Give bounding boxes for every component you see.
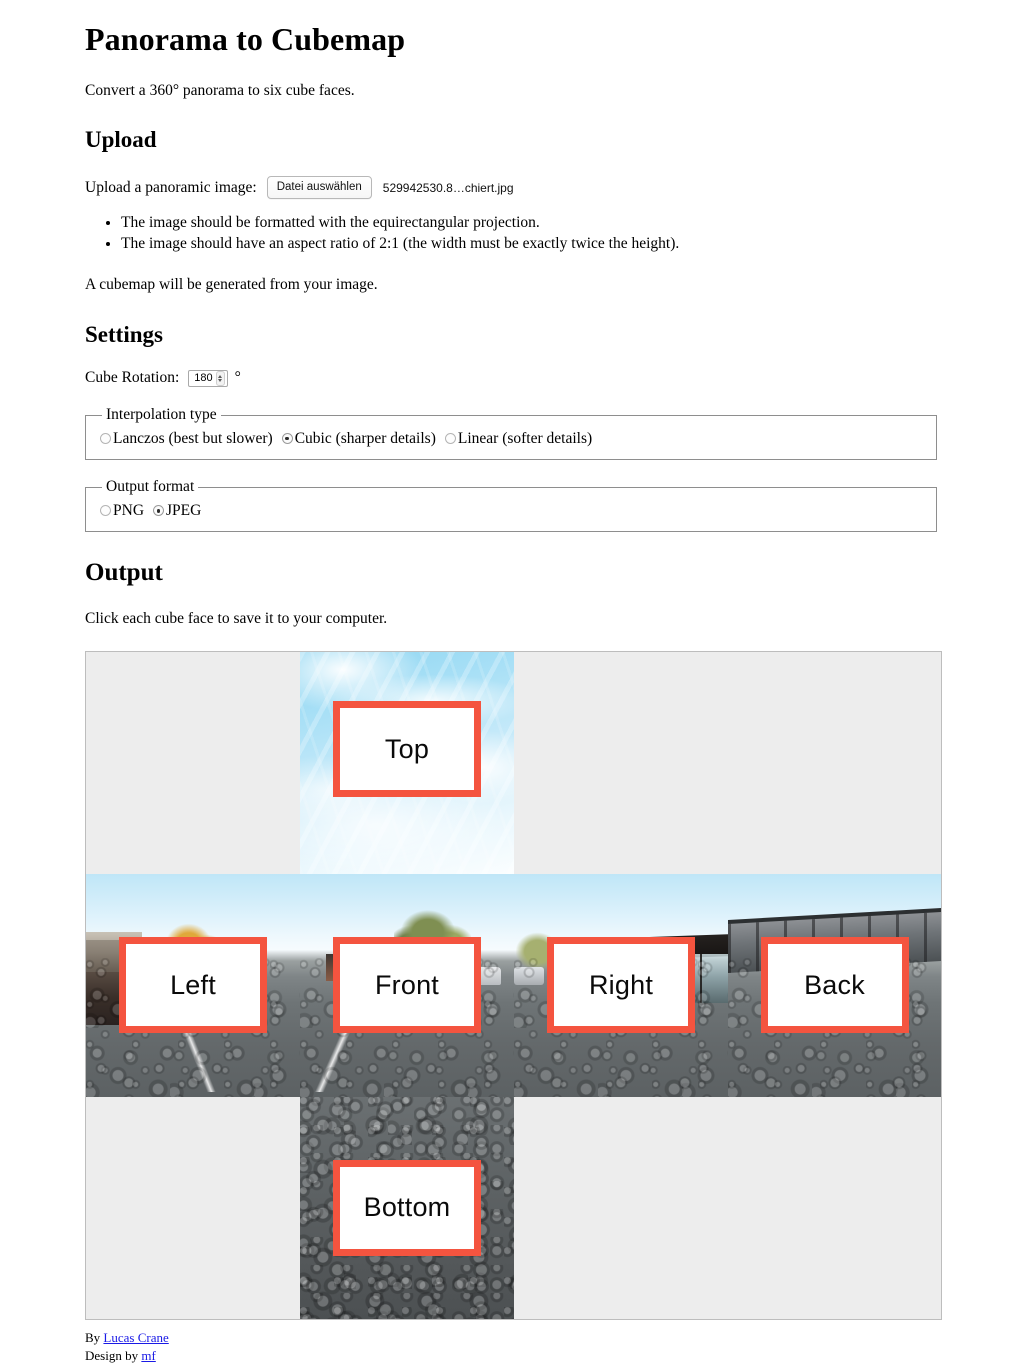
radio-option-jpeg[interactable]: JPEG [153, 502, 201, 519]
cube-face-right[interactable]: Right [514, 873, 728, 1097]
footer-design-line: Design by mf [85, 1347, 942, 1366]
upload-label: Upload a panoramic image: [85, 178, 257, 196]
radio-option-png[interactable]: PNG [100, 502, 144, 519]
upload-row: Upload a panoramic image: Datei auswähle… [85, 175, 942, 200]
radio-icon[interactable] [100, 433, 111, 445]
cube-rotation-value: 180 [194, 371, 213, 384]
radio-label: Lanczos (best but slower) [113, 430, 273, 448]
choose-file-button[interactable]: Datei auswählen [266, 175, 372, 200]
chevron-down-icon[interactable] [218, 378, 223, 382]
chevron-up-icon[interactable] [218, 374, 223, 378]
cube-face-back[interactable]: Back [728, 873, 941, 1097]
cubemap-empty-cell [514, 1096, 728, 1319]
footer: By Lucas Crane Design by mf [85, 1329, 942, 1366]
output-format-group: Output format PNG JPEG [85, 478, 937, 533]
output-format-legend: Output format [106, 478, 195, 496]
footer-author-line: By Lucas Crane [85, 1329, 942, 1348]
page-title: Panorama to Cubemap [85, 21, 406, 57]
cube-face-left-label[interactable]: Left [119, 937, 267, 1034]
cube-face-front[interactable]: Front [300, 873, 514, 1097]
output-format-options: PNG JPEG [100, 502, 926, 519]
radio-label: JPEG [166, 502, 202, 520]
output-heading: Output [85, 559, 163, 587]
page-root: Panorama to Cubemap Convert a 360° panor… [0, 21, 1009, 1363]
output-instruction: Click each cube face to save it to your … [85, 609, 388, 627]
footer-design-prefix: Design by [85, 1348, 142, 1364]
cube-face-top[interactable]: Top [300, 651, 514, 874]
cube-face-bottom[interactable]: Bottom [300, 1096, 514, 1319]
cubemap-empty-cell [514, 651, 728, 874]
cube-rotation-row: Cube Rotation: 180 ° [85, 369, 942, 387]
cubemap-empty-cell [86, 651, 300, 874]
cubemap-grid: Top Left Front Right Back Bottom [86, 651, 941, 1319]
upload-notes-list: The image should be formatted with the e… [85, 213, 942, 254]
cubemap-empty-cell [86, 1096, 300, 1319]
number-spinner-icon[interactable] [215, 370, 225, 386]
degree-symbol: ° [234, 369, 241, 387]
author-link[interactable]: Lucas Crane [103, 1330, 168, 1345]
radio-icon-selected[interactable] [153, 505, 165, 517]
radio-option-linear[interactable]: Linear (softer details) [444, 430, 593, 448]
cubemap-output-panel: Top Left Front Right Back Bottom [85, 650, 942, 1320]
list-item: The image should be formatted with the e… [121, 213, 942, 233]
radio-label: PNG [113, 502, 145, 520]
cube-rotation-input[interactable]: 180 [188, 369, 228, 387]
radio-option-cubic[interactable]: Cubic (sharper details) [281, 430, 436, 448]
vehicle-shape [514, 967, 544, 986]
radio-icon[interactable] [444, 433, 456, 445]
settings-heading: Settings [85, 321, 163, 347]
cube-face-bottom-label[interactable]: Bottom [333, 1159, 481, 1256]
cube-face-top-label[interactable]: Top [333, 701, 481, 798]
upload-result-note: A cubemap will be generated from your im… [85, 276, 378, 294]
cubemap-empty-cell [728, 1096, 941, 1319]
cube-face-back-label[interactable]: Back [760, 937, 909, 1034]
cube-face-front-label[interactable]: Front [333, 937, 481, 1034]
selected-file-name: 529942530.8…chiert.jpg [382, 180, 514, 195]
upload-heading: Upload [85, 127, 157, 153]
cubemap-empty-cell [728, 651, 941, 874]
page-intro: Convert a 360° panorama to six cube face… [85, 81, 355, 99]
cube-face-right-label[interactable]: Right [547, 937, 695, 1034]
radio-option-lanczos[interactable]: Lanczos (best but slower) [100, 430, 273, 447]
radio-icon-selected[interactable] [281, 433, 293, 445]
interpolation-options: Lanczos (best but slower) Cubic (sharper… [100, 430, 926, 447]
footer-by-prefix: By [85, 1329, 104, 1345]
cube-face-left[interactable]: Left [86, 873, 300, 1097]
interpolation-type-legend: Interpolation type [106, 406, 217, 424]
interpolation-type-group: Interpolation type Lanczos (best but slo… [85, 406, 937, 461]
radio-label: Linear (softer details) [457, 430, 593, 448]
radio-icon[interactable] [100, 505, 111, 517]
radio-label: Cubic (sharper details) [294, 430, 436, 448]
list-item: The image should have an aspect ratio of… [121, 234, 942, 254]
design-link[interactable]: mf [141, 1348, 155, 1363]
cube-rotation-label: Cube Rotation: [85, 369, 180, 387]
